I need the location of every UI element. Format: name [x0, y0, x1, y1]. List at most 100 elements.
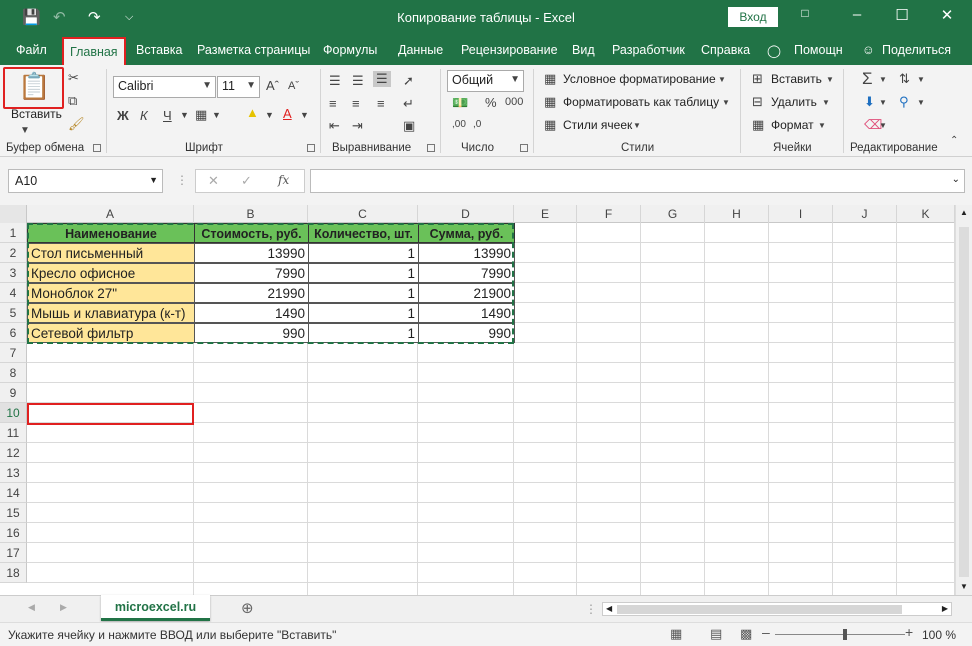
insert-cells-button[interactable]: Вставить	[771, 72, 822, 86]
row-header-7[interactable]: 7	[0, 343, 27, 363]
bold-icon[interactable]: Ж	[117, 108, 129, 123]
enter-icon[interactable]: ✓	[241, 173, 252, 189]
tab-formulas[interactable]: Формулы	[323, 43, 377, 57]
decrease-decimal-icon[interactable]: ,0	[473, 119, 481, 130]
cell-styles-icon[interactable]: ▦	[544, 117, 556, 133]
row-header-9[interactable]: 9	[0, 383, 27, 403]
italic-icon[interactable]: К	[140, 108, 148, 123]
column-header-h[interactable]: H	[705, 205, 769, 223]
column-header-c[interactable]: C	[308, 205, 418, 223]
align-middle-icon[interactable]: ☰	[352, 73, 364, 89]
fill-icon[interactable]: ⬇	[864, 94, 875, 110]
row-header-13[interactable]: 13	[0, 463, 27, 483]
scroll-right-icon[interactable]: ▶	[942, 604, 948, 613]
borders-icon[interactable]: ▦	[195, 107, 207, 123]
chevron-down-icon[interactable]: ▼	[265, 110, 274, 120]
column-header-d[interactable]: D	[418, 205, 514, 223]
decrease-indent-icon[interactable]: ⇤	[329, 118, 340, 134]
add-sheet-icon[interactable]: ⊕	[241, 599, 254, 617]
delete-cells-button[interactable]: Удалить	[771, 95, 817, 109]
insert-function-icon[interactable]: fx	[278, 173, 289, 187]
row-header-4[interactable]: 4	[0, 283, 27, 303]
zoom-slider-handle[interactable]	[843, 629, 847, 640]
align-top-icon[interactable]: ☰	[329, 73, 341, 89]
sort-filter-icon[interactable]: ⇅	[899, 71, 910, 87]
zoom-out-icon[interactable]: –	[762, 624, 770, 640]
tab-page-layout[interactable]: Разметка страницы	[197, 43, 310, 57]
page-break-view-icon[interactable]: ▩	[740, 626, 752, 642]
paste-icon[interactable]: 📋	[18, 71, 50, 102]
font-launcher-icon[interactable]	[307, 144, 315, 152]
row-header-1[interactable]: 1	[0, 223, 27, 243]
prev-sheet-icon[interactable]: ◀	[28, 602, 35, 613]
tab-help[interactable]: Справка	[701, 43, 750, 57]
tab-data[interactable]: Данные	[398, 43, 443, 57]
drag-handle-icon[interactable]: ⋮	[585, 602, 597, 616]
comma-style-icon[interactable]: 000	[505, 96, 523, 108]
share-button[interactable]: Поделиться	[882, 43, 951, 57]
chevron-down-icon[interactable]: ▼	[180, 110, 189, 120]
font-name-select[interactable]: Calibri ▼	[113, 76, 216, 98]
row-header-5[interactable]: 5	[0, 303, 27, 323]
cell-styles-button[interactable]: Стили ячеек	[563, 118, 632, 132]
chevron-down-icon[interactable]: ▼	[300, 110, 309, 120]
page-layout-view-icon[interactable]: ▤	[710, 626, 722, 642]
font-size-select[interactable]: 11 ▼	[217, 76, 260, 98]
shrink-font-icon[interactable]: Aˇ	[288, 80, 299, 92]
row-header-17[interactable]: 17	[0, 543, 27, 563]
scroll-up-icon[interactable]: ▲	[960, 208, 968, 217]
column-header-f[interactable]: F	[577, 205, 641, 223]
row-header-12[interactable]: 12	[0, 443, 27, 463]
font-color-icon[interactable]: A	[283, 106, 292, 121]
vertical-scroll-thumb[interactable]	[959, 227, 969, 577]
row-header-10[interactable]: 10	[0, 403, 27, 423]
share-icon[interactable]: ☺	[862, 43, 875, 57]
tab-file[interactable]: Файл	[16, 43, 47, 57]
tab-tell-me[interactable]: Помощн	[794, 43, 843, 57]
fill-color-icon[interactable]: ▲	[246, 105, 259, 120]
format-painter-icon[interactable]: 🖌	[68, 116, 85, 132]
paste-button[interactable]: Вставить	[11, 107, 62, 121]
column-header-k[interactable]: K	[897, 205, 955, 223]
wrap-text-icon[interactable]: ↵	[403, 96, 414, 112]
horizontal-scrollbar[interactable]: ◀ ▶	[602, 602, 952, 616]
row-header-6[interactable]: 6	[0, 323, 27, 343]
column-header-e[interactable]: E	[514, 205, 577, 223]
row-header-16[interactable]: 16	[0, 523, 27, 543]
column-header-g[interactable]: G	[641, 205, 705, 223]
format-cells-button[interactable]: Формат	[771, 118, 814, 132]
insert-cells-icon[interactable]: ⊞	[752, 71, 763, 87]
cancel-icon[interactable]: ✕	[208, 173, 219, 189]
tab-view[interactable]: Вид	[572, 43, 595, 57]
format-as-table-icon[interactable]: ▦	[544, 94, 556, 110]
zoom-level[interactable]: 100 %	[922, 628, 956, 642]
underline-icon[interactable]: Ч	[163, 108, 172, 123]
find-select-icon[interactable]: ⚲	[899, 94, 909, 110]
increase-decimal-icon[interactable]: ,00	[452, 119, 466, 130]
sheet-tab[interactable]: microexcel.ru	[101, 595, 210, 621]
row-header-18[interactable]: 18	[0, 563, 27, 583]
copy-icon[interactable]: ⧉	[68, 93, 77, 109]
number-launcher-icon[interactable]	[520, 144, 528, 152]
horizontal-scroll-thumb[interactable]	[617, 605, 902, 614]
close-icon[interactable]: ✕	[932, 6, 962, 24]
tab-home[interactable]: Главная	[62, 37, 126, 65]
minimize-icon[interactable]: –	[842, 6, 872, 23]
zoom-slider[interactable]	[775, 634, 905, 635]
column-header-j[interactable]: J	[833, 205, 897, 223]
formula-input[interactable]: ⌄	[310, 169, 965, 193]
worksheet-grid[interactable]: ABCDEFGHIJK 1 2 3 4 5 6 7 8 9 10 11 12 13 14 15 16 17 18 …	[0, 205, 972, 595]
select-all-button[interactable]	[0, 205, 27, 223]
maximize-icon[interactable]: ☐	[887, 6, 917, 24]
clipboard-launcher-icon[interactable]	[93, 144, 101, 152]
autosum-icon[interactable]: Σ	[862, 69, 873, 89]
lightbulb-icon[interactable]: ◯	[767, 43, 781, 58]
row-header-15[interactable]: 15	[0, 503, 27, 523]
column-header-b[interactable]: B	[194, 205, 308, 223]
drag-handle-icon[interactable]: ⋮	[176, 173, 188, 187]
scroll-down-icon[interactable]: ▼	[960, 582, 968, 591]
paste-dropdown-icon[interactable]: ▼	[20, 125, 30, 136]
tab-insert[interactable]: Вставка	[136, 43, 182, 57]
merge-center-icon[interactable]: ▣	[403, 118, 415, 134]
orientation-icon[interactable]: ➚	[403, 73, 414, 89]
